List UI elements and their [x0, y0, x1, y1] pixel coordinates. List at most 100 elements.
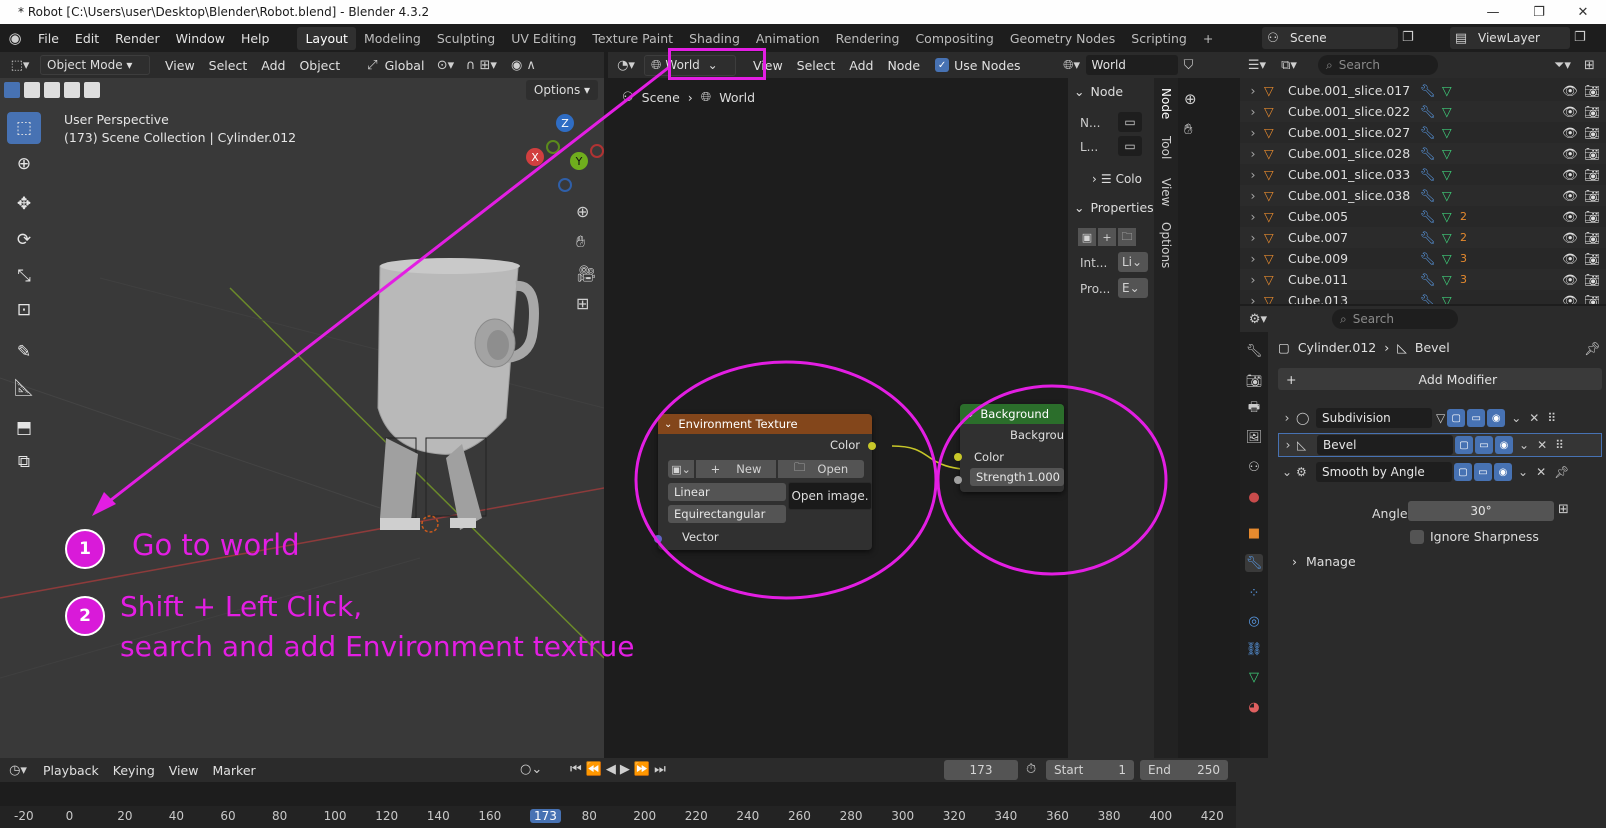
auto-keying-icon[interactable]: ○⌄ — [520, 762, 542, 777]
options-dropdown[interactable]: Options ▾ — [526, 80, 598, 100]
visibility-eye-icon[interactable]: 👁︎ — [1562, 167, 1578, 183]
display-mode-icon[interactable]: ⧉▾ — [1274, 58, 1304, 73]
render-camera-icon[interactable]: 📷︎ — [1584, 293, 1600, 305]
scene-tab-icon[interactable]: ⚇ — [1245, 458, 1263, 476]
visibility-eye-icon[interactable]: 👁︎ — [1562, 146, 1578, 162]
tab-sculpting[interactable]: Sculpting — [429, 27, 503, 50]
projection-dropdown[interactable]: Equirectangular — [668, 505, 786, 523]
constraints-tab-icon[interactable]: ⛓︎ — [1245, 640, 1263, 658]
tab-geometry-nodes[interactable]: Geometry Nodes — [1002, 27, 1123, 50]
menu-window[interactable]: Window — [168, 31, 233, 46]
outliner-row[interactable]: › ▽ Cube.007 🔧︎ ▽ 2 👁︎ 📷︎ — [1240, 227, 1606, 248]
bg-strength-input-socket[interactable] — [954, 476, 962, 484]
viewport-menu-select[interactable]: Select — [202, 58, 255, 73]
expand-chevron-icon[interactable]: › — [1242, 230, 1264, 245]
viewport-menu-object[interactable]: Object — [292, 58, 347, 73]
modifier-remove-icon[interactable]: ✕ — [1537, 438, 1547, 452]
outliner-row[interactable]: › ▽ Cube.001_slice.033 🔧︎ ▽ 👁︎ 📷︎ — [1240, 164, 1606, 185]
outliner-row[interactable]: › ▽ Cube.001_slice.028 🔧︎ ▽ 👁︎ 📷︎ — [1240, 143, 1606, 164]
zoom-icon[interactable]: ⊕ — [576, 202, 589, 221]
selection-mode-buttons[interactable] — [4, 82, 108, 104]
add-cube-tool-icon[interactable]: ⬒ — [7, 412, 41, 444]
world-name-field[interactable]: World — [1085, 55, 1178, 75]
measure-tool-icon[interactable]: 📐︎ — [7, 372, 41, 404]
outliner-search-input[interactable]: ⌕ Search — [1318, 55, 1438, 75]
outliner-object-name[interactable]: Cube.001_slice.038 — [1288, 188, 1420, 203]
visibility-eye-icon[interactable]: 👁︎ — [1562, 251, 1578, 267]
color-subpanel[interactable]: › ☰ Colo — [1092, 172, 1142, 186]
visibility-eye-icon[interactable]: 👁︎ — [1562, 272, 1578, 288]
outliner-row[interactable]: › ▽ Cube.001_slice.038 🔧︎ ▽ 👁︎ 📷︎ — [1240, 185, 1606, 206]
tab-modeling[interactable]: Modeling — [356, 27, 429, 50]
playback-controls-icon[interactable]: ⏮⏪◀▶⏩⏭ — [570, 762, 670, 777]
gizmo-y-axis[interactable]: Y — [570, 152, 588, 170]
world-browse-icon[interactable]: 🌐︎▾ — [1058, 58, 1086, 73]
perspective-toggle-icon[interactable]: ⊞ — [576, 294, 589, 313]
strength-field[interactable]: Strength 1.000 — [970, 468, 1064, 486]
outliner-object-name[interactable]: Cube.005 — [1288, 209, 1420, 224]
render-toggle-icon[interactable]: ◉ — [1494, 463, 1512, 481]
outliner-row[interactable]: › ▽ Cube.009 🔧︎ ▽ 3 👁︎ 📷︎ — [1240, 248, 1606, 269]
render-tab-icon[interactable]: 📷︎ — [1245, 372, 1263, 390]
object-tab-icon[interactable]: ■ — [1245, 524, 1263, 542]
background-node[interactable]: ⌄ Background Backgrou Color Strength 1.0… — [960, 404, 1064, 492]
expand-chevron-icon[interactable]: › — [1242, 209, 1264, 224]
select-subtract-icon[interactable] — [44, 82, 60, 98]
visibility-eye-icon[interactable]: 👁︎ — [1562, 293, 1578, 305]
outliner-object-name[interactable]: Cube.001_slice.017 — [1288, 83, 1420, 98]
outliner-row[interactable]: › ▽ Cube.005 🔧︎ ▽ 2 👁︎ 📷︎ — [1240, 206, 1606, 227]
expand-chevron-icon[interactable]: › — [1242, 293, 1264, 304]
node-menu-add[interactable]: Add — [842, 58, 880, 73]
modifier-dropdown-icon[interactable]: ⌄ — [1519, 438, 1529, 452]
editor-type-icon[interactable]: ⬚▾ — [0, 58, 40, 73]
manage-subpanel[interactable]: Manage — [1306, 554, 1356, 569]
visibility-eye-icon[interactable]: 👁︎ — [1562, 188, 1578, 204]
data-tab-icon[interactable]: ▽ — [1245, 668, 1263, 686]
properties-search-input[interactable]: ⌕ Search — [1332, 309, 1458, 329]
sidebar-image-buttons[interactable]: ▣ + 🗀︎ — [1078, 228, 1136, 246]
sidebar-tab-view[interactable]: View — [1159, 178, 1173, 206]
modifier-remove-icon[interactable]: ✕ — [1529, 411, 1539, 425]
node-menu-node[interactable]: Node — [880, 58, 927, 73]
fake-user-shield-icon[interactable]: ⛉ — [1178, 58, 1200, 73]
transform-tool-icon[interactable]: ⊡ — [7, 294, 41, 326]
viewport-menu-add[interactable]: Add — [254, 58, 292, 73]
node-menu-select[interactable]: Select — [790, 58, 843, 73]
timeline-menu-playback[interactable]: Playback — [36, 763, 106, 778]
move-tool-icon[interactable]: ✥ — [7, 188, 41, 220]
select-box-tool-icon[interactable]: ⬚ — [7, 112, 41, 144]
tab-scripting[interactable]: Scripting — [1123, 27, 1195, 50]
env-collapse-chevron-icon[interactable]: ⌄ — [664, 419, 672, 430]
open-image-button[interactable]: 🗀︎ Open — [778, 460, 864, 478]
expand-chevron-icon[interactable]: › — [1242, 272, 1264, 287]
timeline-ruler[interactable]: -20 0 20 40 60 80 100 120 140 160 173 80 200 220 240 26… — [0, 806, 1275, 828]
scale-tool-icon[interactable]: ⤡ — [7, 260, 41, 292]
node-pan-hand-icon[interactable]: ✋︎ — [1184, 120, 1193, 138]
interpolation-mini-dropdown[interactable]: Li ⌄ — [1118, 252, 1148, 272]
image-browse-icon[interactable]: ▣⌄ — [668, 460, 694, 478]
gizmo-neg-x-axis[interactable] — [590, 144, 604, 158]
properties-type-icon[interactable]: ⚙▾ — [1240, 312, 1276, 327]
tab-shading[interactable]: Shading — [681, 27, 748, 50]
visibility-eye-icon[interactable]: 👁︎ — [1562, 104, 1578, 120]
node-panel-header[interactable]: ⌄ Node — [1074, 84, 1123, 99]
angle-keyframe-icon[interactable]: ⊞ — [1558, 502, 1569, 517]
modifier-dropdown-icon[interactable]: ⌄ — [1518, 465, 1528, 479]
visibility-eye-icon[interactable]: 👁︎ — [1562, 230, 1578, 246]
modifier-expand-chevron-icon[interactable]: › — [1279, 438, 1297, 452]
tab-compositing[interactable]: Compositing — [907, 27, 1001, 50]
playhead-frame-indicator[interactable]: 173 — [530, 809, 561, 823]
render-toggle-icon[interactable]: ◉ — [1495, 436, 1513, 454]
outliner-object-name[interactable]: Cube.007 — [1288, 230, 1420, 245]
bg-collapse-chevron-icon[interactable]: ⌄ — [966, 409, 974, 420]
modifier-panel[interactable]: › ◺ Bevel ▢ ▭ ◉ ⌄ ✕ ⠿ — [1278, 433, 1602, 457]
render-camera-icon[interactable]: 📷︎ — [1584, 104, 1600, 120]
on-cage-icon[interactable]: ▽ — [1436, 411, 1445, 425]
angle-field[interactable]: 30° — [1408, 501, 1554, 521]
edit-mode-toggle-icon[interactable]: ▢ — [1455, 436, 1473, 454]
menu-file[interactable]: File — [30, 31, 67, 46]
outliner-row[interactable]: › ▽ Cube.001_slice.022 🔧︎ ▽ 👁︎ 📷︎ — [1240, 101, 1606, 122]
node-editor[interactable]: ⚇ Scene › 🌐︎ World ⌄ Environment Texture… — [608, 78, 1206, 758]
render-camera-icon[interactable]: 📷︎ — [1584, 167, 1600, 183]
modifier-name-field[interactable]: Bevel — [1317, 435, 1453, 455]
